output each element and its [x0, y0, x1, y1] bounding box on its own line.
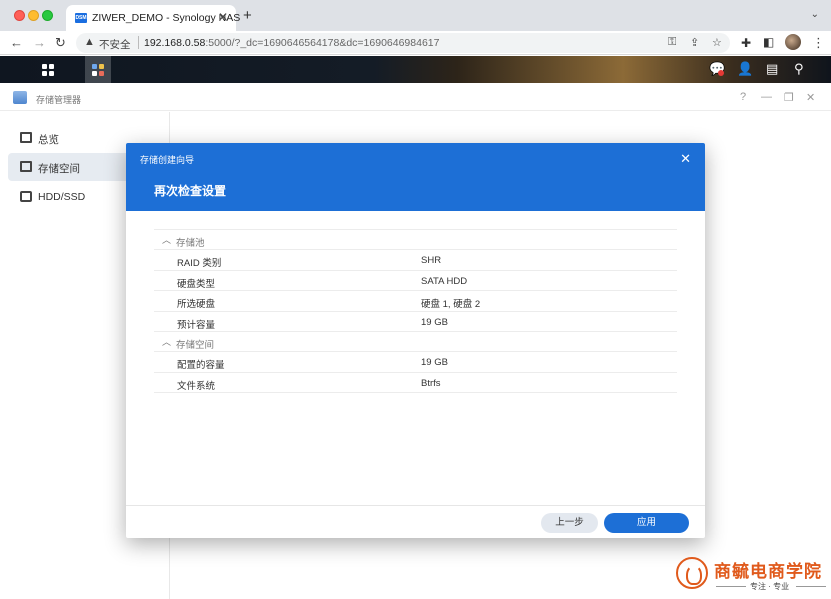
- url-text[interactable]: 192.168.0.58:5000/?_dc=1690646564178&dc=…: [144, 37, 439, 49]
- table-row: 硬盘类型 SATA HDD: [154, 271, 677, 291]
- extensions-puzzle-icon[interactable]: ✚: [741, 36, 751, 50]
- group-label: 存储池: [176, 238, 205, 249]
- omnibox-divider: [138, 36, 139, 49]
- app-title: 存储管理器: [36, 95, 82, 105]
- group-storage-volume[interactable]: ︿ 存储空间: [154, 332, 677, 352]
- wizard-footer: 上一步 应用: [126, 505, 705, 538]
- sidebar-item-label: 存储空间: [38, 163, 80, 175]
- wizard-step-title: 再次检查设置: [154, 184, 227, 198]
- widgets-icon[interactable]: ▤: [766, 61, 778, 77]
- row-value: 硬盘 1, 硬盘 2: [421, 299, 481, 310]
- storage-icon: [20, 161, 32, 172]
- storage-creation-wizard: 存储创建向导 ✕ 再次检查设置 ︿ 存储池 RAID 类别 SHR 硬盘类型 S…: [126, 143, 705, 538]
- forward-arrow-icon[interactable]: →: [33, 35, 46, 50]
- watermark-rule: [796, 586, 826, 587]
- reload-icon[interactable]: ↻: [55, 35, 66, 51]
- notification-badge: [718, 70, 724, 76]
- tab-search-chevron-icon[interactable]: ⌄: [811, 9, 819, 20]
- dsm-taskbar: 💬 👤 ▤ ⚲: [0, 56, 831, 83]
- app-window-header: 存储管理器 ? — ❐ ✕: [0, 83, 831, 111]
- close-icon[interactable]: ✕: [806, 91, 815, 104]
- warning-triangle-icon[interactable]: ▲: [84, 36, 95, 48]
- help-icon[interactable]: ?: [740, 91, 746, 103]
- chevron-up-icon[interactable]: ︿: [162, 233, 171, 246]
- group-label: 存储空间: [176, 340, 215, 351]
- table-row: 文件系统 Btrfs: [154, 373, 677, 393]
- storage-manager-icon: [13, 91, 27, 104]
- table-row: 所选硬盘 硬盘 1, 硬盘 2: [154, 291, 677, 312]
- apply-button[interactable]: 应用: [604, 513, 689, 533]
- bookmark-star-icon[interactable]: ☆: [712, 36, 722, 49]
- search-icon[interactable]: ⚲: [794, 61, 804, 77]
- url-host: 192.168.0.58: [144, 37, 206, 49]
- window-minimize-light[interactable]: [28, 10, 39, 21]
- group-storage-pool[interactable]: ︿ 存储池: [154, 230, 677, 250]
- settings-review-list: ︿ 存储池 RAID 类别 SHR 硬盘类型 SATA HDD 所选硬盘 硬盘 …: [154, 229, 677, 393]
- browser-tab[interactable]: DSM ZIWER_DEMO - Synology NAS ✕: [66, 5, 240, 31]
- sidebar-item-label: 总览: [38, 134, 59, 146]
- disk-icon: [20, 191, 32, 202]
- row-value: SHR: [421, 255, 442, 266]
- back-arrow-icon[interactable]: ←: [10, 35, 23, 50]
- storage-manager-taskbar-icon[interactable]: [85, 56, 111, 83]
- row-value: Btrfs: [421, 377, 441, 389]
- back-button[interactable]: 上一步: [541, 513, 598, 533]
- wizard-header: 存储创建向导 ✕ 再次检查设置: [126, 143, 705, 211]
- row-key: 所选硬盘: [177, 299, 216, 310]
- url-path: :5000/?_dc=1690646564178&dc=169064698461…: [205, 37, 440, 49]
- browser-tab-bar: DSM ZIWER_DEMO - Synology NAS ✕ + ⌄: [0, 0, 831, 31]
- main-menu-icon[interactable]: [35, 56, 61, 83]
- table-row: 配置的容量 19 GB: [154, 352, 677, 373]
- watermark-slogan: 专注 · 专业: [750, 582, 790, 591]
- table-row: 预计容量 19 GB: [154, 312, 677, 332]
- row-key: RAID 类别: [177, 258, 222, 269]
- user-icon[interactable]: 👤: [737, 61, 753, 77]
- wizard-close-icon[interactable]: ✕: [680, 151, 691, 167]
- dsm-favicon-icon: DSM: [75, 13, 87, 23]
- row-key: 预计容量: [177, 319, 216, 331]
- row-key: 硬盘类型: [177, 278, 216, 290]
- new-tab-button[interactable]: +: [243, 7, 252, 24]
- share-icon[interactable]: ⇪: [690, 36, 699, 49]
- address-bar[interactable]: ▲ 不安全 192.168.0.58:5000/?_dc=16906465641…: [76, 33, 730, 53]
- sidebar-item-label: HDD/SSD: [38, 191, 86, 203]
- browser-menu-icon[interactable]: ⋮: [812, 35, 825, 51]
- insecure-label[interactable]: 不安全: [99, 37, 131, 52]
- row-value: 19 GB: [421, 316, 448, 328]
- window-close-light[interactable]: [14, 10, 25, 21]
- row-key: 文件系统: [177, 380, 216, 392]
- profile-avatar[interactable]: [785, 34, 801, 50]
- row-key: 配置的容量: [177, 360, 225, 371]
- key-icon[interactable]: ⚿: [668, 36, 676, 49]
- sidebar-panel-icon[interactable]: ◧: [763, 35, 774, 49]
- overview-icon: [20, 132, 32, 143]
- minimize-icon[interactable]: —: [761, 91, 772, 103]
- watermark-rule: [716, 586, 746, 587]
- wizard-title: 存储创建向导: [140, 155, 195, 165]
- tab-close-icon[interactable]: ✕: [218, 10, 228, 24]
- restore-icon[interactable]: ❐: [784, 91, 794, 104]
- row-value: SATA HDD: [421, 275, 468, 287]
- window-zoom-light[interactable]: [42, 10, 53, 21]
- watermark-brand: 商毓电商学院: [714, 562, 822, 582]
- row-value: 19 GB: [421, 357, 448, 368]
- table-row: RAID 类别 SHR: [154, 250, 677, 271]
- watermark-logo-icon: [676, 557, 708, 589]
- chevron-up-icon[interactable]: ︿: [162, 335, 171, 348]
- browser-toolbar: ← → ↻ ▲ 不安全 192.168.0.58:5000/?_dc=16906…: [0, 31, 831, 55]
